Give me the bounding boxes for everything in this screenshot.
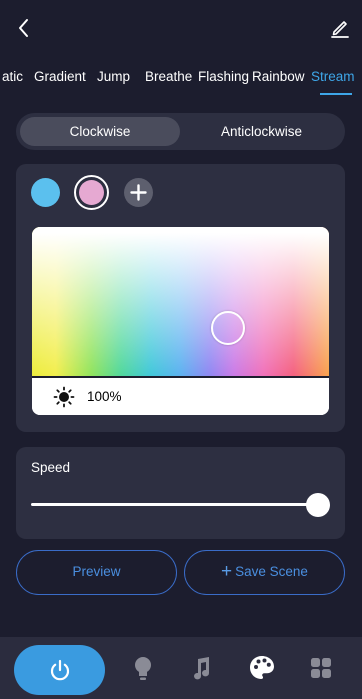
anticlockwise-option[interactable]: Anticlockwise: [182, 117, 341, 146]
tab-static[interactable]: atic: [2, 69, 23, 84]
nav-grid-button[interactable]: [306, 653, 336, 683]
back-arrow-icon: [19, 19, 28, 37]
color-swatch-blue[interactable]: [31, 178, 60, 207]
tab-rainbow[interactable]: Rainbow: [252, 69, 305, 84]
nav-palette-button[interactable]: [247, 653, 277, 683]
active-tab-indicator: [320, 93, 352, 95]
save-scene-label: Save Scene: [235, 564, 308, 579]
pencil-icon: [331, 21, 349, 38]
nav-power-button[interactable]: [14, 645, 105, 695]
tab-breathe[interactable]: Breathe: [145, 69, 192, 84]
preview-button[interactable]: Preview: [16, 550, 177, 595]
grid-icon: [311, 658, 331, 678]
brightness-row[interactable]: 100%: [32, 378, 329, 415]
tab-stream[interactable]: Stream: [311, 69, 355, 84]
save-scene-button[interactable]: + Save Scene: [184, 550, 345, 595]
add-color-button[interactable]: [124, 178, 153, 207]
direction-toggle: Clockwise Anticlockwise: [16, 113, 345, 150]
edit-button[interactable]: [328, 16, 352, 40]
color-picker-ring[interactable]: [211, 311, 246, 346]
palette-icon: [250, 656, 274, 679]
brightness-value: 100%: [87, 389, 122, 404]
speed-label: Speed: [31, 460, 71, 475]
tab-jump[interactable]: Jump: [97, 69, 130, 84]
mode-tabs: atic Gradient Jump Breathe Flashing Rain…: [0, 62, 362, 96]
back-button[interactable]: [12, 14, 36, 42]
speed-slider-thumb[interactable]: [306, 493, 330, 517]
tab-flashing[interactable]: Flashing: [198, 69, 249, 84]
bulb-icon: [135, 657, 151, 680]
nav-music-button[interactable]: [187, 653, 217, 683]
speed-card: Speed: [16, 447, 345, 539]
color-swatch-pink: [79, 180, 104, 205]
music-icon: [194, 657, 210, 680]
plus-icon: +: [221, 561, 233, 582]
power-icon: [50, 659, 70, 681]
sun-brightness-icon: [53, 386, 75, 408]
color-picker: 100%: [32, 227, 329, 415]
preview-label: Preview: [72, 564, 121, 579]
tab-gradient[interactable]: Gradient: [34, 69, 86, 84]
nav-bulb-button[interactable]: [128, 653, 158, 683]
speed-slider-track[interactable]: [31, 493, 330, 517]
color-spectrum[interactable]: [32, 227, 329, 378]
clockwise-option[interactable]: Clockwise: [20, 117, 180, 146]
color-card: 100%: [16, 164, 345, 432]
bottom-nav: [0, 637, 362, 699]
color-swatch-selected-ring[interactable]: [74, 175, 109, 210]
plus-icon: [130, 184, 147, 201]
